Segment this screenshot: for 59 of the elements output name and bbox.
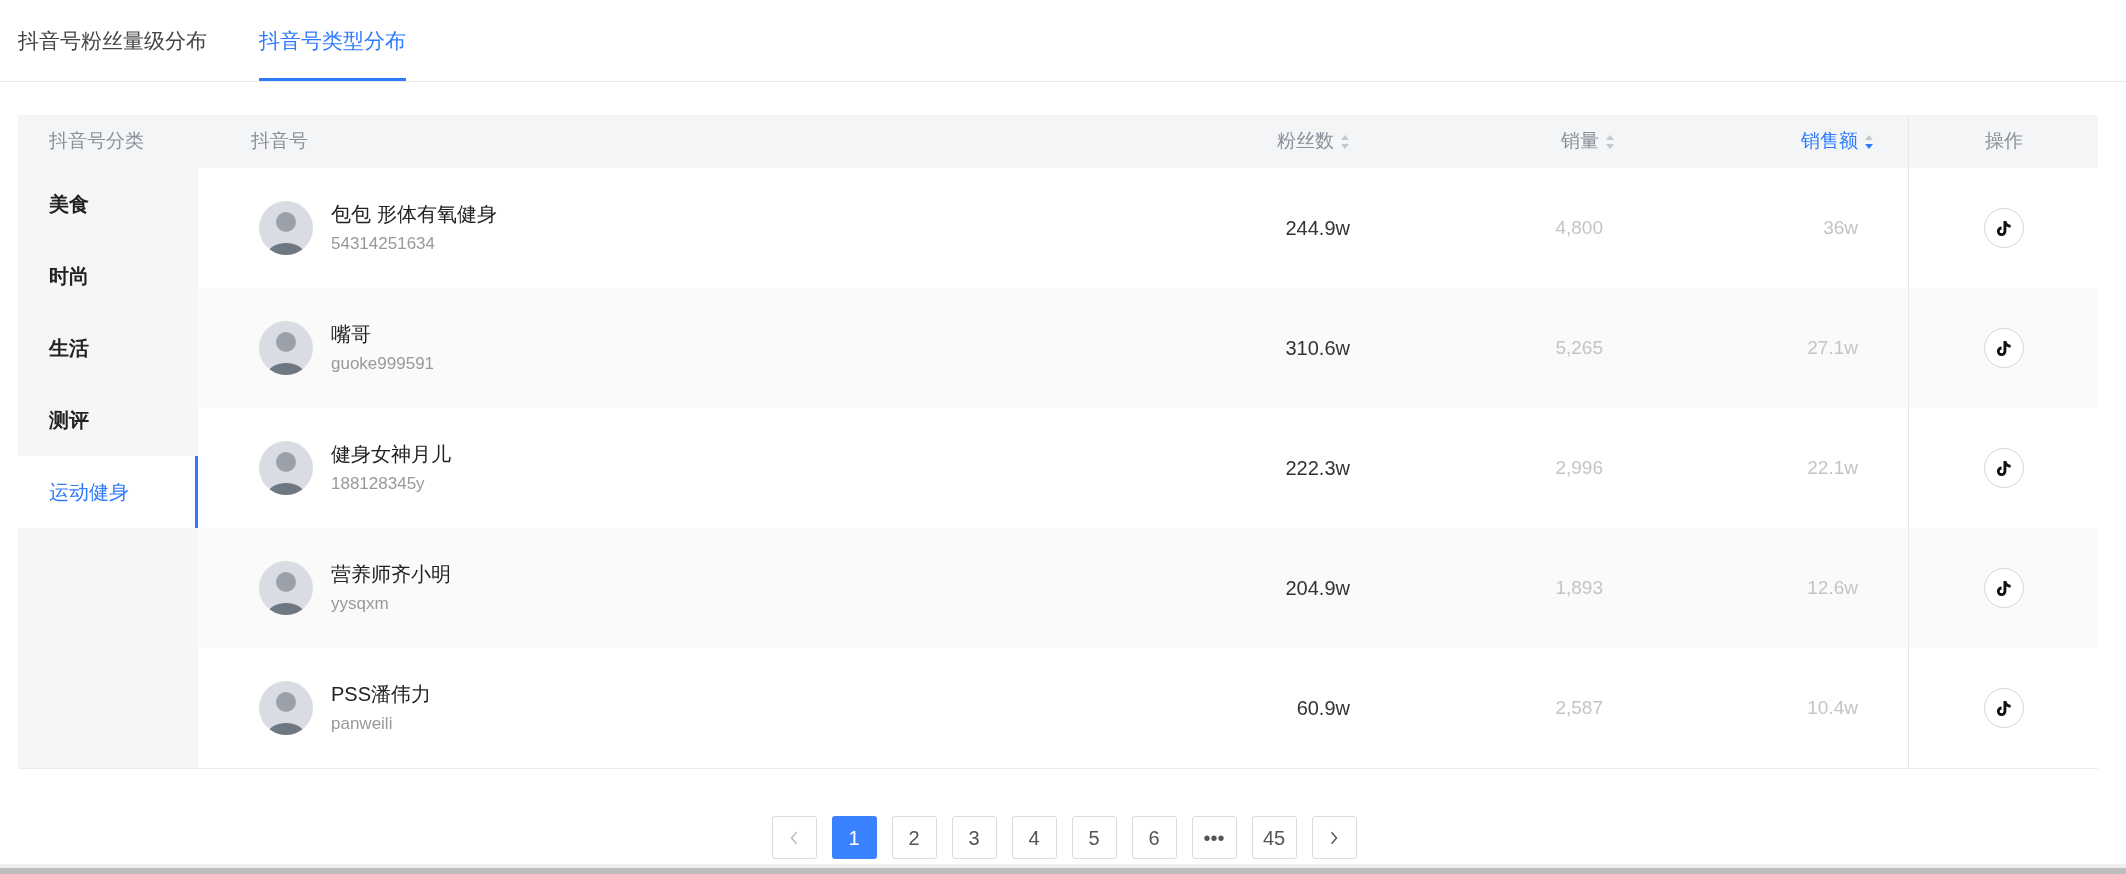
table-cell-text: 244.9w [1285, 216, 1350, 241]
table-cell-text: 22.1w [1807, 455, 1858, 480]
avatar [259, 321, 313, 375]
account-id: 54314251634 [331, 233, 436, 256]
table-cell-text: 4,800 [1555, 215, 1603, 240]
page-button[interactable]: 2 [891, 816, 937, 859]
music-note-icon [1994, 218, 2013, 238]
account-name: 健身女神月儿 [331, 442, 451, 468]
column-header: 抖音号 [251, 129, 308, 154]
page-button[interactable]: 1 [831, 816, 877, 859]
table-cell-text: 60.9w [1296, 696, 1350, 721]
table-cell-text: 204.9w [1285, 576, 1350, 601]
tab[interactable]: 抖音号类型分布 [259, 0, 406, 81]
music-note-button[interactable] [1983, 208, 2024, 248]
category-item[interactable]: 生活 [18, 312, 198, 384]
account-name: 营养师齐小明 [331, 562, 451, 588]
sort-icon[interactable] [1864, 133, 1874, 150]
music-note-button[interactable] [1983, 688, 2024, 728]
table-cell-text: 36w [1823, 215, 1858, 240]
table-cell-text: 2,996 [1555, 455, 1603, 480]
table-cell-text: 310.6w [1285, 336, 1350, 361]
column-header[interactable]: 销售额 [1801, 127, 1874, 156]
category-item[interactable]: 运动健身 [18, 456, 198, 528]
account-name: 嘴哥 [331, 322, 372, 348]
category-item[interactable]: 美食 [18, 168, 198, 240]
category-item[interactable]: 时尚 [18, 240, 198, 312]
music-note-icon [1994, 338, 2013, 358]
page-button[interactable]: 3 [951, 816, 997, 859]
account-id: yysqxm [331, 593, 390, 616]
table-cell-text: 222.3w [1285, 456, 1350, 481]
music-note-icon [1994, 578, 2013, 598]
page-button[interactable]: 6 [1131, 816, 1177, 859]
column-header: 抖音号分类 [48, 129, 145, 154]
column-header: 操作 [1984, 129, 2023, 154]
avatar [259, 201, 313, 255]
music-note-button[interactable] [1983, 448, 2024, 488]
chevron-left-icon [789, 829, 799, 846]
account-name: 包包 形体有氧健身 [331, 202, 497, 228]
avatar [259, 681, 313, 735]
account-id: 188128345y [331, 473, 426, 496]
page-button[interactable]: 5 [1071, 816, 1117, 859]
page-button[interactable]: 45 [1251, 816, 1297, 859]
scrollbar[interactable] [0, 864, 2126, 874]
music-note-icon [1994, 698, 2013, 718]
music-note-button[interactable] [1983, 568, 2024, 608]
table-cell-text: 10.4w [1807, 695, 1858, 720]
account-id: panweili [331, 713, 394, 736]
page-button[interactable]: ••• [1191, 816, 1237, 859]
avatar [259, 561, 313, 615]
music-note-icon [1994, 458, 2013, 478]
music-note-button[interactable] [1983, 328, 2024, 368]
tab[interactable]: 抖音号粉丝量级分布 [18, 0, 207, 81]
account-id: guoke999591 [331, 353, 435, 376]
table-cell-text: 2,587 [1555, 695, 1603, 720]
category-item[interactable]: 测评 [18, 384, 198, 456]
avatar [259, 441, 313, 495]
account-name: PSS潘伟力 [331, 682, 432, 708]
chevron-right-icon [1329, 829, 1339, 846]
page-button[interactable]: 4 [1011, 816, 1057, 859]
